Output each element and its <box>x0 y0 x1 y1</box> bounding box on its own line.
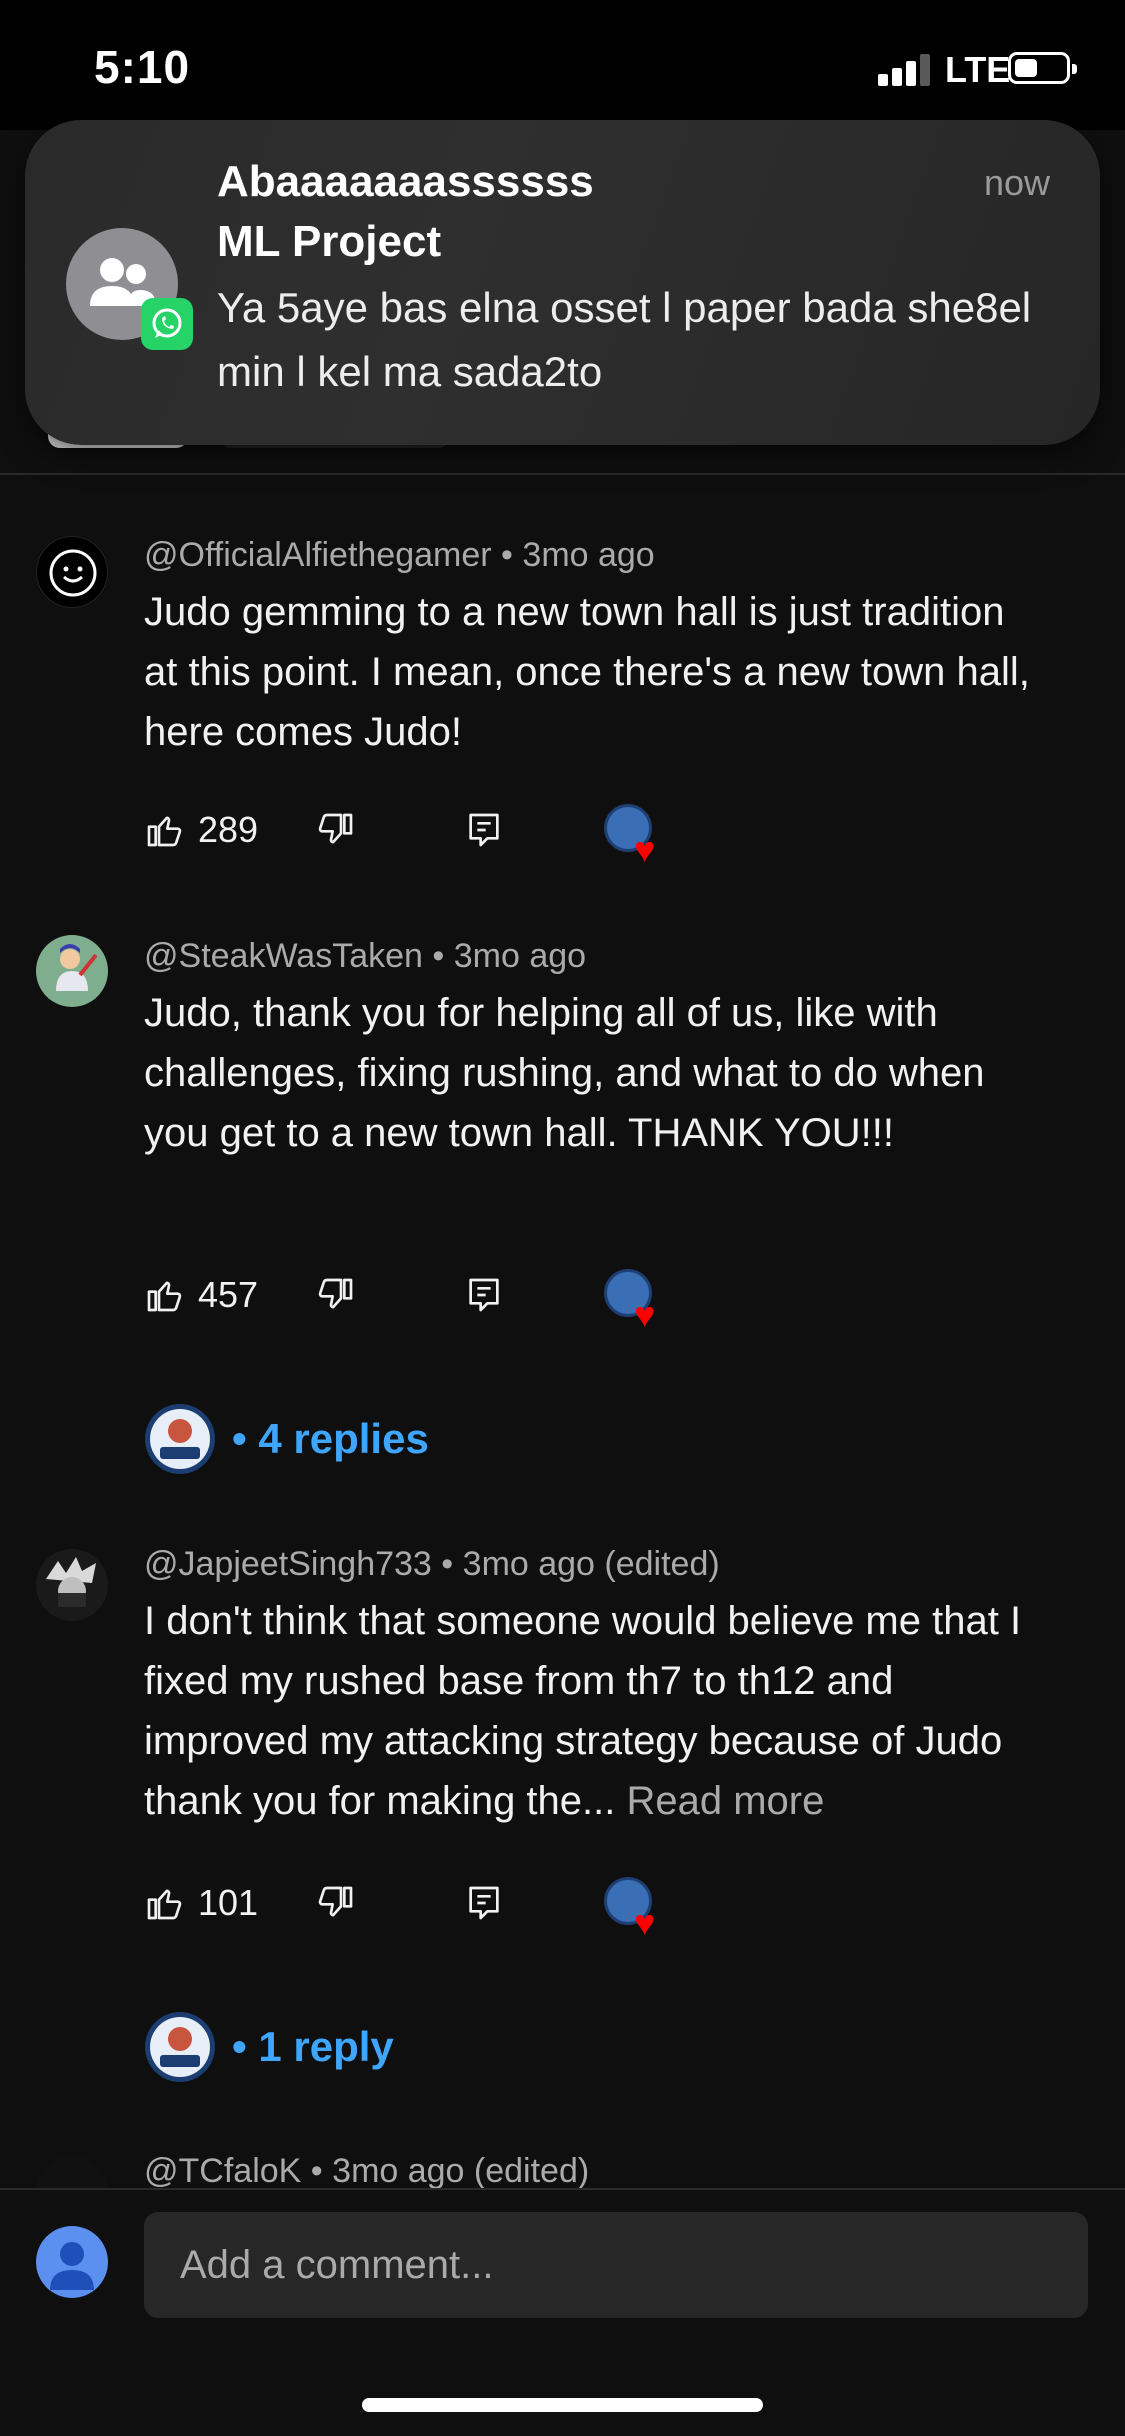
dislike-button[interactable] <box>316 1265 356 1325</box>
creator-avatar <box>144 2011 216 2083</box>
comment-text: Judo, thank you for helping all of us, l… <box>144 991 985 1155</box>
reply-button[interactable] <box>464 1873 504 1933</box>
like-button[interactable]: 457 <box>144 1265 258 1325</box>
comment-age: 3mo ago <box>453 937 587 975</box>
like-button[interactable]: 101 <box>144 1873 258 1933</box>
youtube-comments-screen: 5:10 LTE Abaaaaaaassssss ML Project now … <box>0 0 1125 2436</box>
whatsapp-icon <box>141 298 193 350</box>
status-bar: 5:10 LTE <box>0 0 1125 130</box>
status-time: 5:10 <box>94 41 191 93</box>
heart-icon: ♥ <box>634 1294 656 1335</box>
comment-actions: 101 ♥ <box>144 1873 1044 1941</box>
comment-meta: @OfficialAlfiethegamer • 3mo ago <box>144 536 655 574</box>
heart-icon: ♥ <box>634 1902 656 1943</box>
comment-age: 3mo ago (edited) <box>332 2152 590 2190</box>
network-label: LTE <box>945 49 1011 90</box>
comment-age: 3mo ago (edited) <box>462 1545 720 1583</box>
thumbs-down-icon <box>318 1886 353 1917</box>
comment-meta: @JapjeetSingh733 • 3mo ago (edited) <box>144 1545 720 1583</box>
comment-actions: 289 ♥ <box>144 800 1044 868</box>
creator-heart-badge: ♥ <box>604 804 664 868</box>
thumbs-up-icon <box>147 1281 182 1312</box>
notification-time: now <box>983 162 1050 203</box>
comment-meta: @TCfaloK • 3mo ago (edited) <box>144 2152 590 2190</box>
comment-meta: @SteakWasTaken • 3mo ago <box>144 937 587 975</box>
comment-author[interactable]: @OfficialAlfiethegamer <box>144 536 492 574</box>
dislike-button[interactable] <box>316 1873 356 1933</box>
comment-text: Judo gemming to a new town hall is just … <box>144 590 1030 754</box>
dislike-button[interactable] <box>316 800 356 860</box>
view-replies-button[interactable]: • 4 replies <box>144 1403 429 1475</box>
battery-icon <box>1008 52 1077 84</box>
thumbs-up-icon <box>147 1889 182 1920</box>
notification-subtitle: ML Project <box>217 217 442 266</box>
thumbs-up-icon <box>147 816 182 847</box>
avatar[interactable] <box>36 1549 108 1621</box>
home-indicator[interactable] <box>362 2398 763 2412</box>
reply-icon <box>469 1278 499 1312</box>
reply-icon <box>469 1886 499 1920</box>
avatar[interactable] <box>36 536 108 608</box>
signal-icon <box>878 54 932 86</box>
view-replies-button[interactable]: • 1 reply <box>144 2011 394 2083</box>
comment-text: I don't think that someone would believe… <box>144 1599 1022 1823</box>
reply-button[interactable] <box>464 1265 504 1325</box>
like-count: 101 <box>198 1882 259 1923</box>
add-comment-input[interactable] <box>144 2212 1088 2318</box>
replies-count: • 1 reply <box>232 2023 394 2070</box>
comment-age: 3mo ago <box>522 536 655 574</box>
avatar[interactable] <box>36 935 108 1007</box>
creator-heart-badge: ♥ <box>604 1269 664 1333</box>
creator-avatar <box>144 1403 216 1475</box>
reply-icon <box>469 813 499 847</box>
notification-banner[interactable]: Abaaaaaaassssss ML Project now Ya 5aye b… <box>25 120 1100 445</box>
reply-button[interactable] <box>464 800 504 860</box>
notification-body: Ya 5aye bas elna osset l paper bada she8… <box>217 284 1032 395</box>
like-button[interactable]: 289 <box>144 800 258 860</box>
replies-count: • 4 replies <box>232 1415 429 1462</box>
creator-heart-badge: ♥ <box>604 1877 664 1941</box>
like-count: 457 <box>198 1274 259 1315</box>
comment-author[interactable]: @TCfaloK <box>144 2152 301 2190</box>
heart-icon: ♥ <box>634 829 656 870</box>
comment-author[interactable]: @JapjeetSingh733 <box>144 1545 432 1583</box>
thumbs-down-icon <box>318 813 353 844</box>
like-count: 289 <box>198 809 259 850</box>
user-avatar-icon <box>36 2226 108 2298</box>
notification-title: Abaaaaaaassssss <box>217 157 594 206</box>
thumbs-down-icon <box>318 1278 353 1309</box>
comment-actions: 457 ♥ <box>144 1265 1044 1333</box>
comment-author[interactable]: @SteakWasTaken <box>144 937 423 975</box>
read-more-link[interactable]: Read more <box>627 1779 825 1823</box>
